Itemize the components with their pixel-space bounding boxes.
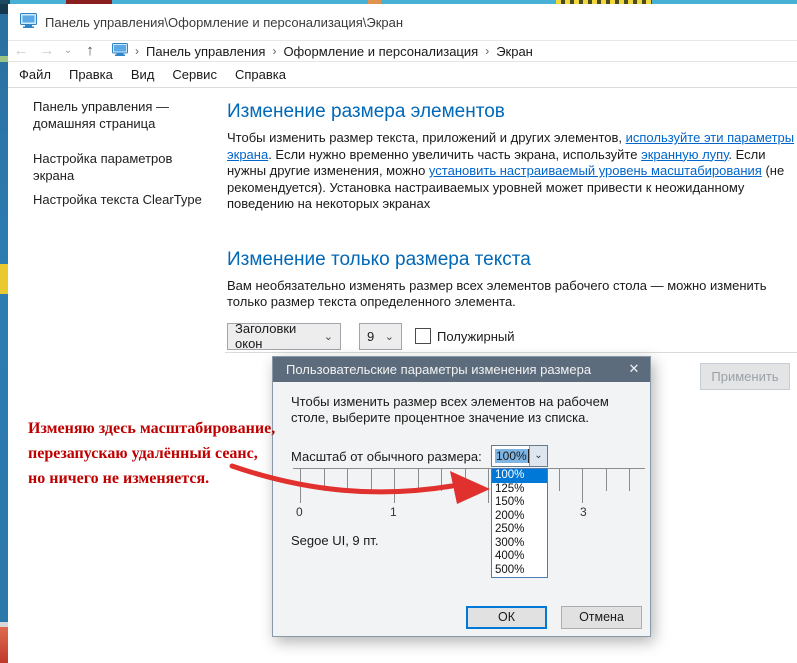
section-title-text-size-only: Изменение только размера текста — [227, 248, 531, 270]
desktop-icon-fragment — [0, 264, 8, 294]
ruler-tick — [417, 469, 419, 491]
bold-checkbox-group: Полужирный — [415, 328, 515, 344]
ruler-tick — [323, 469, 325, 491]
breadcrumb-separator-icon: › — [272, 44, 277, 58]
link-custom-scaling[interactable]: установить настраиваемый уровень масштаб… — [429, 163, 762, 178]
ruler-tick — [300, 469, 301, 503]
desktop-top-strip — [0, 0, 797, 4]
custom-sizing-dialog: Пользовательские параметры изменения раз… — [272, 356, 651, 637]
annotation-line: перезапускаю удалённый сеанс, — [28, 445, 258, 462]
scale-label: Масштаб от обычного размера: — [291, 449, 482, 464]
scale-dropdown-list: 100% 125% 150% 200% 250% 300% 400% 500% — [491, 468, 548, 578]
ruler-tick — [605, 469, 607, 491]
breadcrumb-item-display[interactable]: Экран — [496, 44, 533, 59]
breadcrumb-item-appearance[interactable]: Оформление и персонализация — [283, 44, 478, 59]
ruler-tick — [370, 469, 372, 491]
scale-option-400[interactable]: 400% — [492, 550, 547, 564]
sidebar-item-cleartype[interactable]: Настройка текста ClearType — [33, 191, 213, 208]
scale-option-200[interactable]: 200% — [492, 510, 547, 524]
display-location-icon — [112, 43, 128, 59]
navigation-bar: ← → ⌄ ↑ › Панель управления › Оформление… — [8, 40, 797, 62]
menu-edit[interactable]: Правка — [60, 64, 122, 85]
window-titlebar: Панель управления\Оформление и персонали… — [8, 4, 797, 40]
scale-combobox-value: 100% — [492, 446, 529, 466]
ruler-tick — [394, 469, 395, 503]
ruler-tick — [488, 469, 489, 503]
annotation-line: но ничего не изменяется. — [28, 470, 210, 487]
chevron-down-icon: ⌄ — [384, 330, 394, 343]
desktop-fragment — [66, 0, 112, 4]
breadcrumb-item-control-panel[interactable]: Панель управления — [146, 44, 265, 59]
ruler-label: 0 — [296, 505, 303, 519]
ruler-tick — [582, 469, 583, 503]
scale-combobox[interactable]: 100% ⌄ — [491, 445, 548, 467]
desktop-fragment — [556, 0, 652, 4]
horizontal-divider — [225, 352, 797, 353]
text-segment: Чтобы изменить размер текста, приложений… — [227, 130, 626, 145]
apply-button-disabled[interactable]: Применить — [700, 363, 790, 390]
ok-button[interactable]: ОК — [466, 606, 547, 629]
scale-option-250[interactable]: 250% — [492, 523, 547, 537]
dialog-titlebar[interactable]: Пользовательские параметры изменения раз… — [273, 357, 650, 382]
element-select-value: Заголовки окон — [235, 321, 297, 351]
sidebar: Панель управления — домашняя страница На… — [33, 98, 213, 208]
section-title-resize-elements: Изменение размера элементов — [227, 101, 505, 122]
scale-option-125[interactable]: 125% — [492, 483, 547, 497]
menu-tools[interactable]: Сервис — [163, 64, 226, 85]
font-size-select[interactable]: 9 ⌄ — [359, 322, 402, 350]
chevron-down-icon[interactable]: ⌄ — [529, 446, 547, 466]
chevron-down-icon: ⌄ — [323, 330, 333, 343]
up-icon[interactable]: ↑ — [76, 41, 104, 61]
scale-option-500[interactable]: 500% — [492, 564, 547, 578]
desktop-icon-fragment — [0, 627, 8, 663]
desktop-fragment — [0, 4, 8, 14]
link-magnifier[interactable]: экранную лупу — [641, 147, 728, 162]
ruler-tick — [347, 469, 348, 491]
ruler-label: 1 — [390, 505, 397, 519]
font-preview-note: Segoe UI, 9 пт. — [291, 533, 379, 548]
main-content: Изменение размера элементов Чтобы измени… — [227, 100, 797, 351]
menu-view[interactable]: Вид — [122, 64, 164, 85]
ruler-tick — [441, 469, 442, 491]
menu-bar: Файл Правка Вид Сервис Справка — [8, 62, 797, 88]
scale-ruler: 0 1 3 — [293, 468, 645, 530]
forward-icon[interactable]: → — [34, 41, 60, 61]
cancel-button[interactable]: Отмена — [561, 606, 642, 629]
breadcrumb-separator-icon: › — [485, 44, 490, 58]
dialog-title: Пользовательские параметры изменения раз… — [286, 362, 592, 377]
section2-paragraph: Вам необязательно изменять размер всех э… — [227, 277, 767, 310]
sidebar-item-adjust-resolution[interactable]: Настройка параметров экрана — [33, 150, 213, 184]
close-icon[interactable]: ✕ — [618, 357, 650, 382]
desktop-fragment — [0, 56, 8, 62]
scale-option-150[interactable]: 150% — [492, 496, 547, 510]
breadcrumb-separator-icon: › — [135, 44, 139, 58]
ruler-tick — [629, 469, 630, 491]
recent-pages-chevron-icon[interactable]: ⌄ — [60, 41, 76, 61]
ruler-label: 3 — [580, 505, 587, 519]
font-size-select-value: 9 — [367, 328, 375, 344]
ruler-tick — [558, 469, 560, 491]
text-segment: . Если нужно временно увеличить часть эк… — [268, 146, 642, 162]
annotation-line: Изменяю здесь масштабирование, — [28, 420, 276, 437]
section1-paragraph: Чтобы изменить размер текста, приложений… — [227, 130, 797, 213]
text-size-controls: Заголовки окон ⌄ 9 ⌄ Полужирный — [227, 321, 797, 351]
desktop-left-strip — [0, 4, 8, 663]
sidebar-item-control-panel-home[interactable]: Панель управления — домашняя страница — [33, 98, 213, 132]
scale-option-100[interactable]: 100% — [492, 469, 547, 483]
bold-checkbox-label: Полужирный — [437, 328, 515, 344]
display-app-icon — [20, 13, 37, 31]
bold-checkbox[interactable] — [415, 328, 431, 344]
menu-help[interactable]: Справка — [226, 64, 295, 85]
selected-text: 100% — [495, 449, 528, 463]
back-icon[interactable]: ← — [8, 41, 34, 61]
breadcrumb: › Панель управления › Оформление и персо… — [112, 43, 533, 59]
dialog-instructions: Чтобы изменить размер всех элементов на … — [291, 394, 609, 425]
scale-option-300[interactable]: 300% — [492, 537, 547, 551]
annotation-text: Изменяю здесь масштабирование, перезапус… — [28, 416, 275, 491]
menu-file[interactable]: Файл — [10, 64, 60, 85]
desktop-fragment — [368, 0, 381, 4]
ruler-tick — [464, 469, 466, 491]
element-select[interactable]: Заголовки окон ⌄ — [227, 321, 341, 351]
window-title: Панель управления\Оформление и персонали… — [45, 14, 404, 30]
